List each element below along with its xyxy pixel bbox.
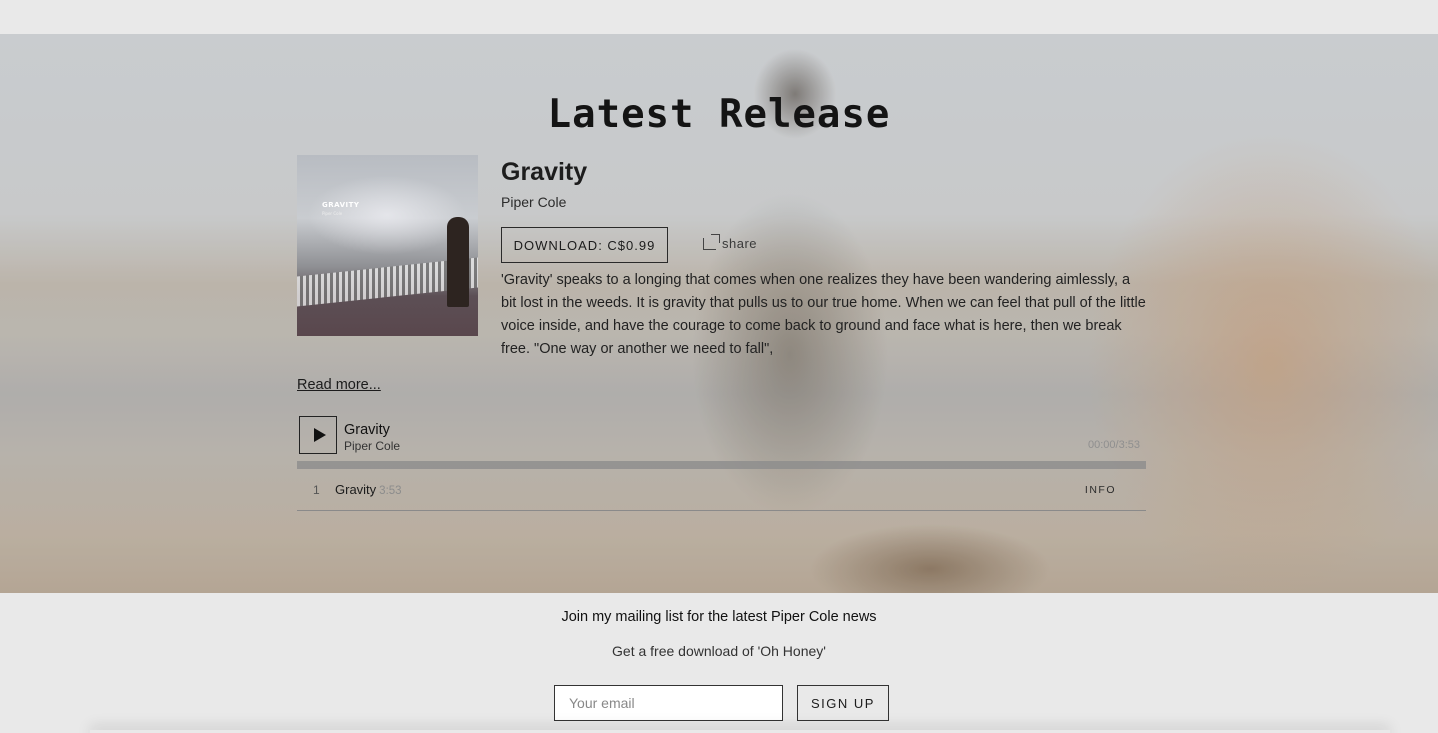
mailing-list-section: Join my mailing list for the latest Pipe… xyxy=(0,593,1438,733)
album-art[interactable]: GRAVITY Piper Cole xyxy=(297,155,478,336)
read-more-link[interactable]: Read more... xyxy=(297,377,381,393)
share-icon xyxy=(703,233,720,250)
player-time: 00:00/3:53 xyxy=(1088,439,1140,451)
play-button[interactable] xyxy=(299,416,337,454)
track-row[interactable]: 1 Gravity 3:53 INFO xyxy=(297,471,1146,511)
mailing-title: Join my mailing list for the latest Pipe… xyxy=(561,609,877,625)
top-band xyxy=(0,0,1438,34)
track-duration: 3:53 xyxy=(379,485,402,497)
player-track-name: Gravity xyxy=(344,422,390,438)
play-icon xyxy=(313,428,326,442)
sign-up-button[interactable]: SIGN UP xyxy=(797,685,889,721)
player-track-artist: Piper Cole xyxy=(344,439,401,453)
progress-bar[interactable] xyxy=(297,461,1146,469)
album-art-figure xyxy=(447,217,469,307)
section-title: Latest Release xyxy=(547,92,891,137)
album-art-title: GRAVITY xyxy=(322,201,360,209)
email-input[interactable] xyxy=(554,685,783,721)
album-art-artist: Piper Cole xyxy=(322,211,343,216)
download-button[interactable]: DOWNLOAD: C$0.99 xyxy=(501,227,668,263)
release-title: Gravity xyxy=(501,158,588,186)
release-description: 'Gravity' speaks to a longing that comes… xyxy=(501,272,1146,357)
release-artist: Piper Cole xyxy=(501,194,567,210)
track-info-link[interactable]: INFO xyxy=(1085,484,1116,496)
share-label: share xyxy=(722,236,758,251)
audio-player: Gravity Piper Cole 00:00/3:53 xyxy=(297,415,1146,463)
mailing-subtitle: Get a free download of 'Oh Honey' xyxy=(612,643,826,659)
share-button[interactable]: share xyxy=(703,233,758,251)
track-title-text: Gravity xyxy=(335,482,377,497)
track-number: 1 xyxy=(313,483,320,497)
track-title: Gravity 3:53 xyxy=(335,482,402,497)
hero-section: Latest Release GRAVITY Piper Cole Gravit… xyxy=(0,34,1438,593)
